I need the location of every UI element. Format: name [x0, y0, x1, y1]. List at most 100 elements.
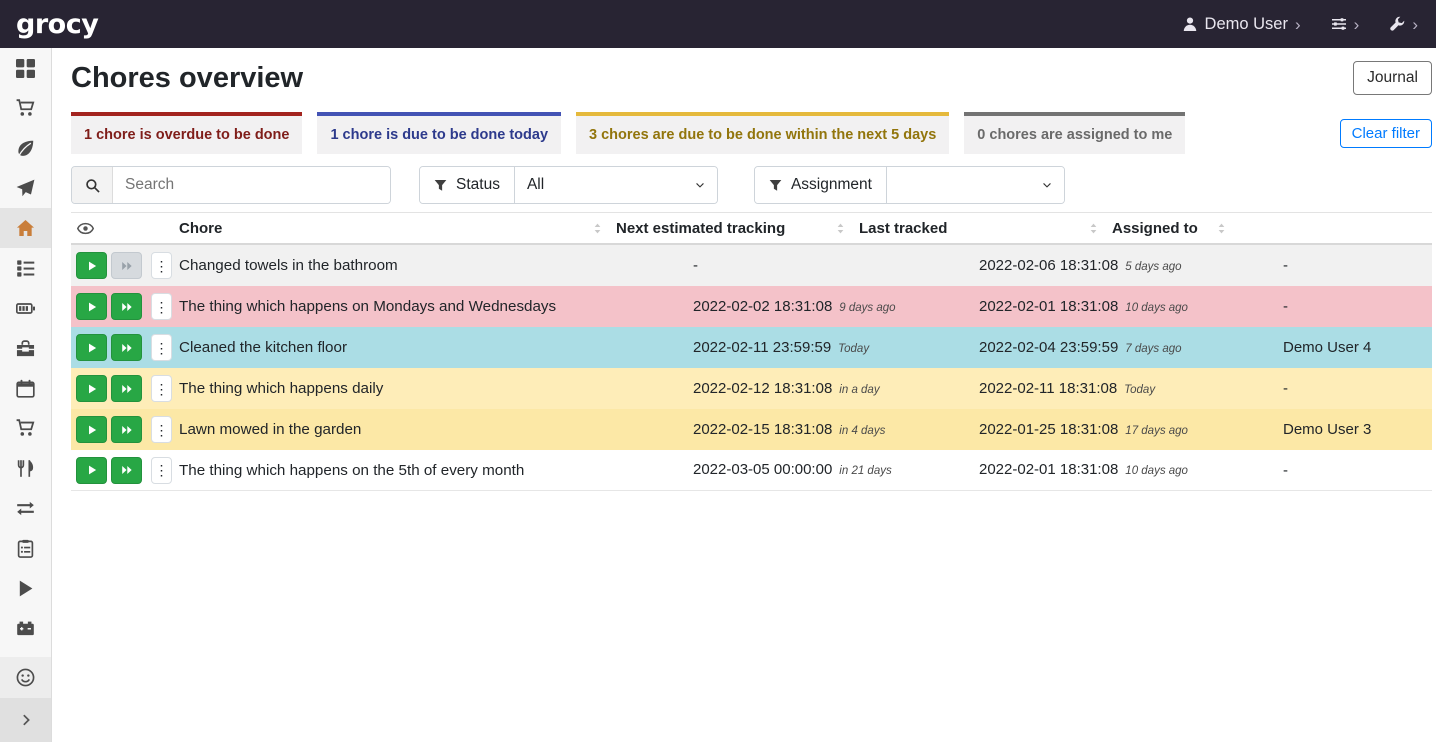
sidebar-item-shopping-list[interactable] [0, 88, 51, 128]
column-header-next-tracking[interactable]: Next estimated tracking [616, 220, 859, 237]
utensils-icon [16, 459, 35, 478]
banner-overdue[interactable]: 1 chore is overdue to be done [71, 112, 302, 154]
skip-chore-button[interactable] [111, 334, 142, 361]
skip-chore-button[interactable] [111, 252, 142, 279]
last-tracked-cell: 2022-01-25 18:31:08 17 days ago [979, 421, 1283, 439]
banner-assigned-to-me[interactable]: 0 chores are assigned to me [964, 112, 1185, 154]
next-tracking-date: 2022-02-02 18:31:08 [693, 298, 832, 315]
last-tracked-date: 2022-01-25 18:31:08 [979, 421, 1118, 438]
track-chore-button[interactable] [76, 252, 107, 279]
car-battery-icon [16, 619, 35, 638]
chevron-right-icon [19, 713, 33, 727]
banner-assigned-to-me-text: 0 chores are assigned to me [977, 127, 1172, 143]
admin-menu[interactable]: › [1389, 15, 1418, 33]
last-tracked-cell: 2022-02-06 18:31:085 days ago [979, 257, 1283, 275]
row-actions: ⋮ [71, 293, 179, 320]
paper-plane-icon [16, 179, 35, 198]
last-tracked-relative: 17 days ago [1125, 425, 1188, 437]
sidebar-item-stock[interactable] [0, 48, 51, 88]
eye-icon [77, 220, 94, 237]
user-icon [1182, 16, 1198, 32]
sidebar-item-equipment[interactable] [0, 328, 51, 368]
next-tracking-date: - [693, 257, 698, 274]
table-row: ⋮ The thing which happens daily 2022-02-… [71, 368, 1432, 409]
next-tracking-relative: in 4 days [839, 425, 885, 437]
skip-chore-button[interactable] [111, 416, 142, 443]
last-tracked-relative: Today [1124, 384, 1155, 396]
chores-table: Chore Next estimated tracking Last track… [71, 212, 1432, 491]
track-chore-button[interactable] [76, 375, 107, 402]
sidebar-item-inventory[interactable] [0, 528, 51, 568]
assigned-to: - [1283, 462, 1432, 479]
sort-icon [1087, 222, 1100, 235]
last-tracked-cell: 2022-02-01 18:31:0810 days ago [979, 461, 1283, 479]
skip-chore-button[interactable] [111, 457, 142, 484]
sidebar-item-meal-plan[interactable] [0, 168, 51, 208]
sidebar-item-transfer[interactable] [0, 488, 51, 528]
next-tracking-cell: 2022-02-15 18:31:08in 4 days [693, 421, 979, 439]
grid-icon [16, 59, 35, 78]
settings-menu[interactable]: › [1331, 15, 1360, 33]
journal-button[interactable]: Journal [1353, 61, 1432, 95]
table-row: ⋮ The thing which happens on Mondays and… [71, 286, 1432, 327]
row-menu-button[interactable]: ⋮ [151, 334, 172, 361]
track-chore-button[interactable] [76, 457, 107, 484]
track-chore-button[interactable] [76, 416, 107, 443]
skip-chore-button[interactable] [111, 375, 142, 402]
column-header-chore[interactable]: Chore [179, 220, 616, 237]
search-input[interactable] [113, 167, 390, 203]
next-tracking-relative: in 21 days [839, 465, 891, 477]
skip-chore-button[interactable] [111, 293, 142, 320]
user-menu[interactable]: Demo User › [1182, 15, 1301, 34]
column-header-last-tracked[interactable]: Last tracked [859, 220, 1112, 237]
table-row: ⋮ The thing which happens on the 5th of … [71, 450, 1432, 491]
sidebar-item-purchase[interactable] [0, 408, 51, 448]
ellipsis-icon: ⋮ [155, 463, 169, 477]
sidebar-item-recipes[interactable] [0, 128, 51, 168]
sidebar-item-consume[interactable] [0, 448, 51, 488]
clear-filter-button[interactable]: Clear filter [1340, 119, 1432, 148]
play-icon [86, 342, 98, 354]
row-menu-button[interactable]: ⋮ [151, 457, 172, 484]
status-banners: 1 chore is overdue to be done 1 chore is… [71, 112, 1432, 154]
status-select[interactable]: All [515, 167, 717, 203]
last-tracked-date: 2022-02-01 18:31:08 [979, 298, 1118, 315]
visibility-column-header [71, 220, 179, 237]
next-tracking-relative: in a day [839, 384, 879, 396]
task-list-icon [16, 259, 35, 278]
assigned-to: - [1283, 298, 1432, 315]
table-header: Chore Next estimated tracking Last track… [71, 212, 1432, 245]
row-menu-button[interactable]: ⋮ [151, 416, 172, 443]
ellipsis-icon: ⋮ [155, 259, 169, 273]
assignment-filter-group: Assignment [754, 166, 1065, 204]
page-title: Chores overview [71, 60, 303, 96]
row-menu-button[interactable]: ⋮ [151, 293, 172, 320]
shopping-cart-icon [16, 99, 35, 118]
assignment-select[interactable] [887, 167, 1064, 203]
next-tracking-cell: 2022-02-11 23:59:59Today [693, 339, 979, 357]
exchange-icon [16, 499, 35, 518]
next-tracking-relative: Today [838, 343, 869, 355]
banner-due-soon[interactable]: 3 chores are due to be done within the n… [576, 112, 949, 154]
sidebar-expander[interactable] [0, 698, 51, 742]
sidebar-item-battery-tracking[interactable] [0, 608, 51, 648]
column-header-assigned-to[interactable]: Assigned to [1112, 220, 1240, 237]
chevron-down-icon [1042, 180, 1052, 190]
grocy-logo[interactable]: grocy [16, 9, 98, 40]
fast-forward-icon [121, 342, 133, 354]
play-icon [86, 464, 98, 476]
sidebar-item-batteries[interactable] [0, 288, 51, 328]
track-chore-button[interactable] [76, 334, 107, 361]
row-menu-button[interactable]: ⋮ [151, 252, 172, 279]
search-icon-segment [72, 167, 113, 203]
sidebar-item-chores[interactable] [0, 208, 51, 248]
sidebar-item-calendar[interactable] [0, 368, 51, 408]
last-tracked-cell: 2022-02-04 23:59:597 days ago [979, 339, 1283, 357]
track-chore-button[interactable] [76, 293, 107, 320]
sidebar-item-chore-tracking[interactable] [0, 568, 51, 608]
row-menu-button[interactable]: ⋮ [151, 375, 172, 402]
sidebar-item-tasks[interactable] [0, 248, 51, 288]
fast-forward-icon [121, 464, 133, 476]
sidebar-item-feedback[interactable] [0, 657, 51, 698]
banner-due-today[interactable]: 1 chore is due to be done today [317, 112, 561, 154]
